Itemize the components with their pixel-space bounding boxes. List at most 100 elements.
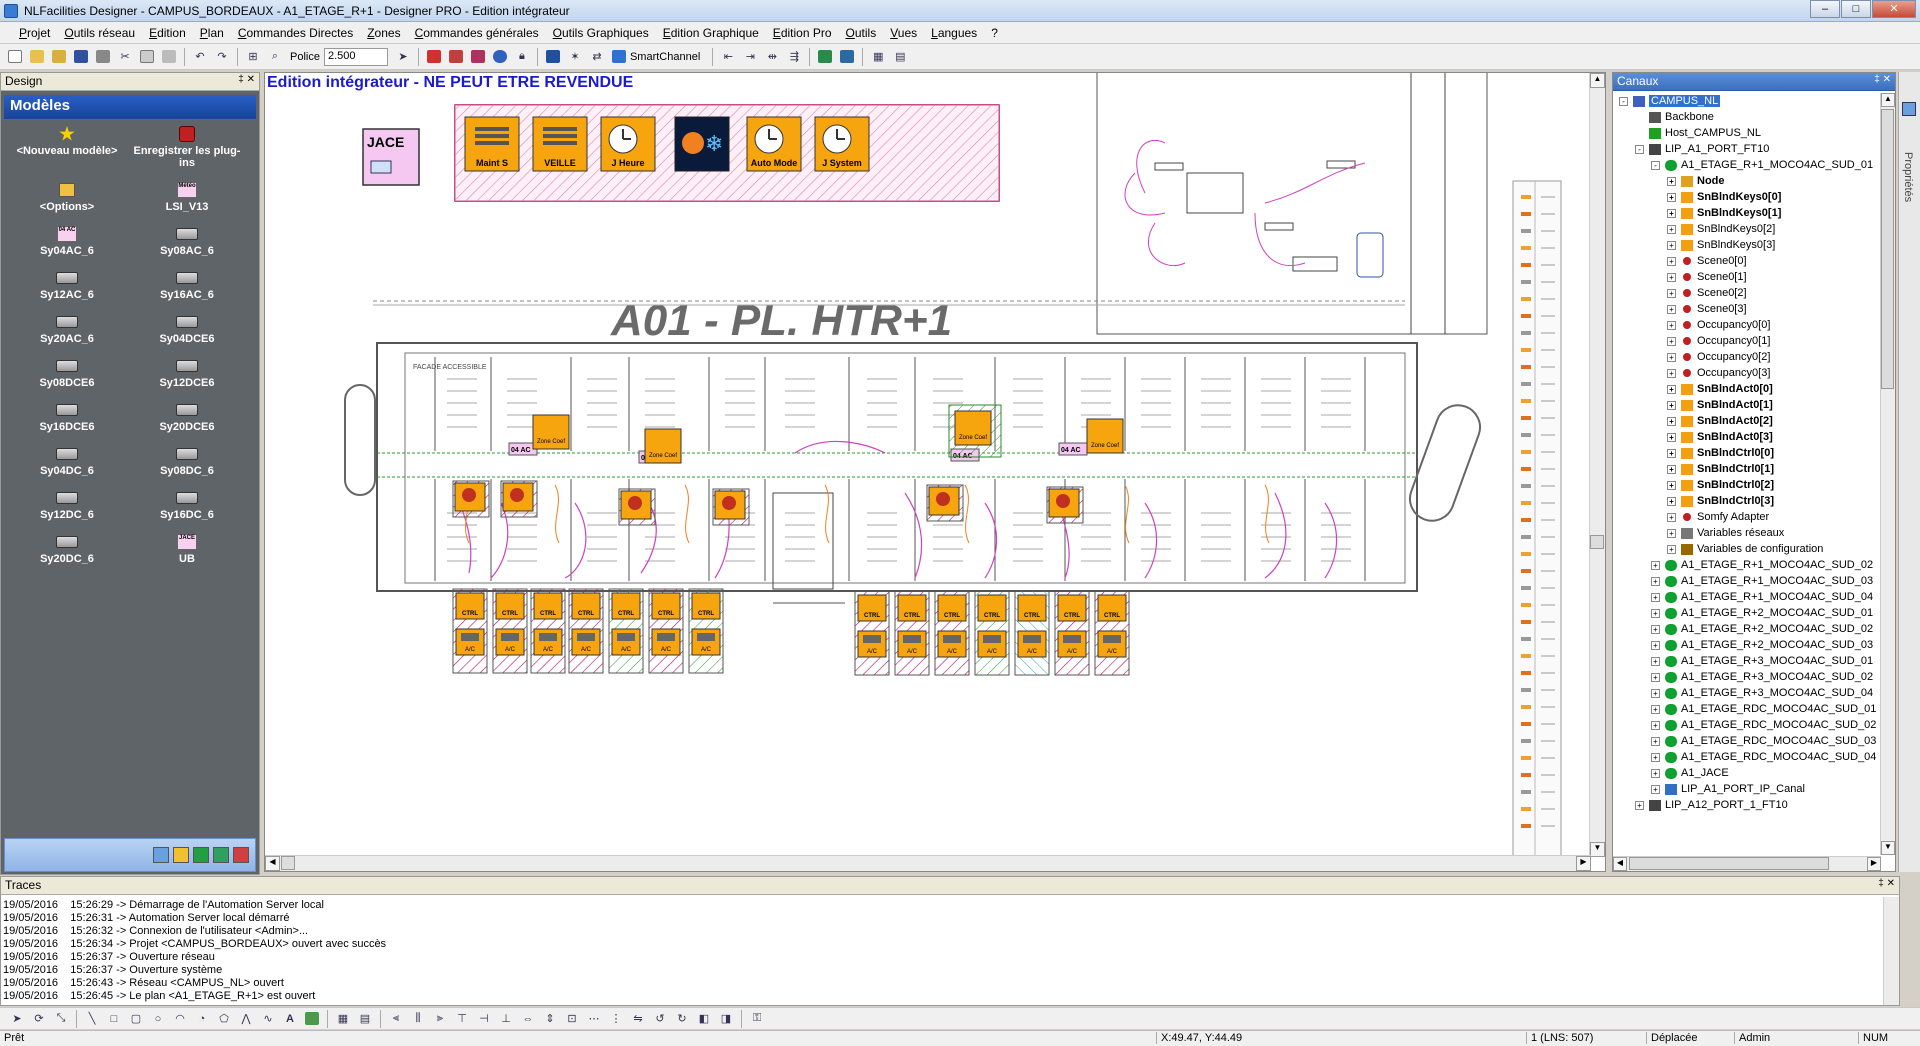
align-center-icon[interactable]: ⫼ <box>408 1009 428 1029</box>
model-item[interactable]: JACE UB <box>127 533 247 571</box>
clock-icon[interactable]: J Heure <box>600 116 656 172</box>
expand-icon[interactable]: + <box>1667 449 1676 458</box>
network-tool-icon[interactable] <box>424 47 444 67</box>
scroll-down-icon[interactable]: ▼ <box>1590 842 1605 857</box>
expand-icon[interactable]: + <box>1651 737 1660 746</box>
ctrl-ac-block[interactable]: CTRL A/C <box>688 588 724 674</box>
pin-close-icon[interactable]: ‡ ✕ <box>1878 878 1895 889</box>
scroll-left-icon[interactable]: ◀ <box>265 856 280 871</box>
open-icon[interactable] <box>49 47 69 67</box>
room-device[interactable] <box>500 480 538 518</box>
flip-icon[interactable]: ⇋ <box>628 1009 648 1029</box>
model-item[interactable]: <Options> <box>7 181 127 219</box>
expand-icon[interactable]: + <box>1667 321 1676 330</box>
align-top-icon[interactable]: ⊤ <box>452 1009 472 1029</box>
save-icon[interactable] <box>71 47 91 67</box>
connect-icon[interactable]: ⇄ <box>587 47 607 67</box>
tree-item[interactable]: + SnBlndAct0[1] <box>1613 397 1881 413</box>
model-item[interactable]: Enregistrer les plug-ins <box>127 125 247 175</box>
menu-13[interactable]: ? <box>984 26 1005 40</box>
scroll-down-icon[interactable]: ▼ <box>1881 841 1895 855</box>
ctrl-ac-block[interactable]: CTRL A/C <box>974 590 1010 676</box>
menu-7[interactable]: Outils Graphiques <box>546 26 656 40</box>
room-device[interactable] <box>1046 486 1084 524</box>
tree-hscroll-thumb[interactable] <box>1629 857 1829 870</box>
device-tool-2-icon[interactable] <box>837 47 857 67</box>
expand-icon[interactable]: + <box>1651 769 1660 778</box>
expand-icon[interactable]: + <box>1667 289 1676 298</box>
collapse-icon[interactable]: - <box>1635 145 1644 154</box>
same-height-icon[interactable]: ⇕ <box>540 1009 560 1029</box>
tree-item[interactable]: + Scene0[2] <box>1613 285 1881 301</box>
expand-icon[interactable]: + <box>1651 577 1660 586</box>
tree-item[interactable]: + Occupancy0[1] <box>1613 333 1881 349</box>
expand-icon[interactable]: + <box>1651 641 1660 650</box>
expand-icon[interactable]: + <box>1651 561 1660 570</box>
properties-icon[interactable] <box>1902 102 1916 116</box>
ctrl-ac-block[interactable]: CTRL A/C <box>452 588 488 674</box>
line-tool-icon[interactable]: ╲ <box>82 1009 102 1029</box>
tree-item[interactable]: + A1_ETAGE_R+1_MOCO4AC_SUD_04 <box>1613 589 1881 605</box>
tree-scroll-thumb[interactable] <box>1881 109 1894 389</box>
expand-icon[interactable]: + <box>1667 209 1676 218</box>
expand-icon[interactable]: + <box>1651 609 1660 618</box>
tree-item[interactable]: + A1_ETAGE_R+2_MOCO4AC_SUD_02 <box>1613 621 1881 637</box>
resize-icon[interactable]: ⤡ <box>51 1009 71 1029</box>
plan-canvas[interactable]: Edition intégrateur - NE PEUT ETRE REVEN… <box>264 72 1606 872</box>
scroll-left-icon[interactable]: ◀ <box>1613 857 1627 871</box>
ctrl-ac-block[interactable]: CTRL A/C <box>568 588 604 674</box>
polyline-tool-icon[interactable]: ⋀ <box>236 1009 256 1029</box>
same-width-icon[interactable]: ⇔ <box>518 1009 538 1029</box>
ctrl-ac-block[interactable]: CTRL A/C <box>648 588 684 674</box>
smartchannel-icon[interactable] <box>609 47 629 67</box>
globe-icon[interactable] <box>490 47 510 67</box>
footer-device-icon[interactable] <box>193 847 209 863</box>
expand-icon[interactable]: + <box>1651 593 1660 602</box>
expand-icon[interactable]: + <box>1667 241 1676 250</box>
paste-icon[interactable] <box>159 47 179 67</box>
expand-icon[interactable]: + <box>1667 337 1676 346</box>
tree-item[interactable]: + Scene0[1] <box>1613 269 1881 285</box>
canvas-hscroll-thumb[interactable] <box>281 856 295 870</box>
model-item[interactable]: Sy20DCE6 <box>127 401 247 439</box>
rotate-right-icon[interactable]: ↻ <box>672 1009 692 1029</box>
tree-item[interactable]: + Scene0[3] <box>1613 301 1881 317</box>
auto-mode-icon[interactable]: Auto Mode <box>746 116 802 172</box>
tree-item[interactable]: + Variables réseaux <box>1613 525 1881 541</box>
layout-icon[interactable]: ⇶ <box>784 47 804 67</box>
expand-icon[interactable]: + <box>1667 529 1676 538</box>
model-item[interactable]: Sy20DC_6 <box>7 533 127 571</box>
collapse-icon[interactable]: - <box>1651 161 1660 170</box>
expand-icon[interactable]: + <box>1667 257 1676 266</box>
model-item[interactable]: Sy12DCE6 <box>127 357 247 395</box>
weather-icon[interactable]: ❄ <box>674 116 730 172</box>
footer-view-icon[interactable] <box>153 847 169 863</box>
distribute-icon[interactable]: ⇹ <box>762 47 782 67</box>
ctrl-ac-block[interactable]: CTRL A/C <box>1094 590 1130 676</box>
ungroup-tool-icon[interactable]: ▤ <box>355 1009 375 1029</box>
veille-icon[interactable]: VEILLE <box>532 116 588 172</box>
ctrl-ac-block[interactable]: CTRL A/C <box>608 588 644 674</box>
tree-item[interactable]: + A1_ETAGE_R+1_MOCO4AC_SUD_02 <box>1613 557 1881 573</box>
tree-item[interactable]: - A1_ETAGE_R+1_MOCO4AC_SUD_01 <box>1613 157 1881 173</box>
zoom-icon[interactable]: ⌕ <box>265 47 285 67</box>
arc-tool-icon[interactable]: ◠ <box>170 1009 190 1029</box>
ctrl-ac-block[interactable]: CTRL A/C <box>894 590 930 676</box>
polygon-tool-icon[interactable]: ⬠ <box>214 1009 234 1029</box>
tree-item[interactable]: + SnBlndKeys0[2] <box>1613 221 1881 237</box>
ctrl-ac-block[interactable]: CTRL A/C <box>854 590 890 676</box>
floor-plan-drawing[interactable]: JACE Maint S VEILLE J Heure ❄ Auto Mode J Sys… <box>265 73 1591 857</box>
expand-icon[interactable]: + <box>1667 401 1676 410</box>
expand-icon[interactable]: + <box>1651 753 1660 762</box>
tree-item[interactable]: + A1_ETAGE_RDC_MOCO4AC_SUD_04 <box>1613 749 1881 765</box>
model-item[interactable]: Sy16DCE6 <box>7 401 127 439</box>
undo-icon[interactable]: ↶ <box>190 47 210 67</box>
model-item[interactable]: Sy08AC_6 <box>127 225 247 263</box>
room-device[interactable] <box>618 488 656 526</box>
menu-2[interactable]: Edition <box>142 26 193 40</box>
tree-item[interactable]: + SnBlndCtrl0[1] <box>1613 461 1881 477</box>
tree-item[interactable]: + A1_ETAGE_R+1_MOCO4AC_SUD_03 <box>1613 573 1881 589</box>
model-item[interactable]: 04 AC Sy04AC_6 <box>7 225 127 263</box>
menu-8[interactable]: Edition Graphique <box>656 26 766 40</box>
image-tool-icon[interactable] <box>302 1009 322 1029</box>
